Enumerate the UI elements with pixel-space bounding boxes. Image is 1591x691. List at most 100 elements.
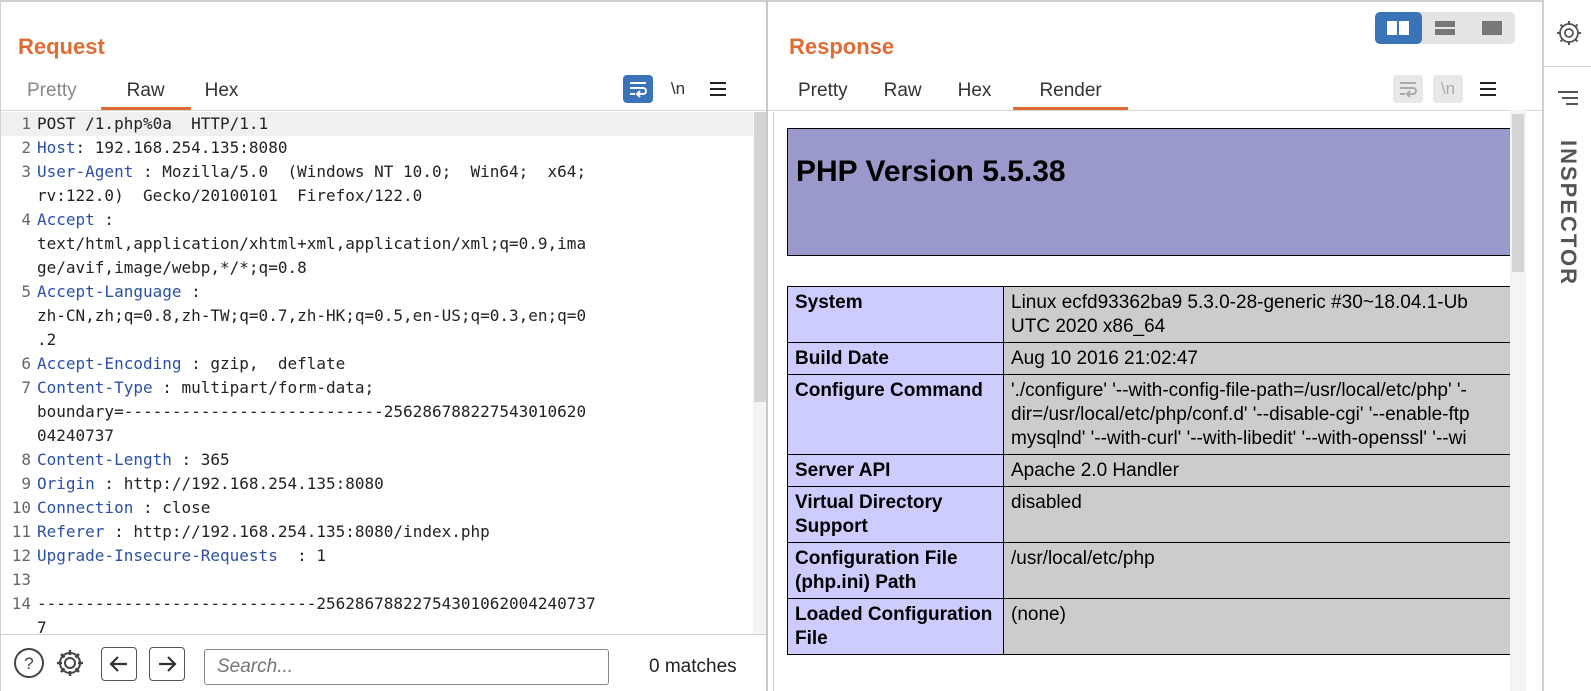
editor-line[interactable]: .2: [1, 328, 753, 352]
editor-line[interactable]: 12 Upgrade-Insecure-Requests : 1: [1, 544, 753, 568]
wrap-lines-icon[interactable]: [623, 75, 653, 103]
line-number: 2: [21, 138, 31, 157]
editor-line[interactable]: 04240737: [1, 424, 753, 448]
tab-request-hex[interactable]: Hex: [191, 74, 263, 110]
arrow-right-icon[interactable]: [149, 647, 185, 681]
line-number: 1: [21, 114, 31, 133]
editor-line[interactable]: 10 Connection : close: [1, 496, 753, 520]
single-panel-layout-icon[interactable]: [1468, 12, 1515, 44]
inspector-label[interactable]: INSPECTOR: [1555, 140, 1581, 286]
editor-line[interactable]: rv:122.0) Gecko/20100101 Firefox/122.0: [1, 184, 753, 208]
response-render-view[interactable]: PHP Version 5.5.38 System Linux ecfd93362…: [773, 112, 1522, 691]
line-number: [1, 232, 37, 256]
inspector-divider: [1544, 66, 1591, 67]
response-tabs-divider: [768, 110, 1542, 111]
line-number: 11: [11, 522, 31, 541]
line-number: 4: [21, 210, 31, 229]
editor-line[interactable]: 14 -----------------------------256286788…: [1, 592, 753, 616]
newline-toggle[interactable]: \n: [663, 75, 693, 103]
php-info-key: Build Date: [787, 342, 1004, 375]
editor-line[interactable]: 9 Origin : http://192.168.254.135:8080: [1, 472, 753, 496]
tab-request-raw[interactable]: Raw: [100, 74, 191, 110]
header-value: : close: [133, 498, 211, 517]
php-info-value-line: Aug 10 2016 21:02:47: [1011, 348, 1199, 369]
php-info-key: Virtual Directory Support: [787, 486, 1004, 543]
editor-line[interactable]: 7: [1, 616, 753, 634]
header-name: Accept: [37, 210, 95, 229]
line-content: Content-Type : multipart/form-data;: [37, 376, 374, 400]
line-content: Host: 192.168.254.135:8080: [37, 136, 287, 160]
tab-response-render[interactable]: Render: [1013, 74, 1129, 110]
request-editor[interactable]: 1 POST /1.php%0a HTTP/1.1 2 Host: 192.168.2…: [1, 112, 753, 634]
editor-line[interactable]: 2 Host: 192.168.254.135:8080: [1, 136, 753, 160]
line-number: [1, 616, 37, 634]
editor-line[interactable]: 7 Content-Type : multipart/form-data;: [1, 376, 753, 400]
header-value: boundary=---------------------------2562…: [37, 402, 587, 421]
inspector-sidebar: INSPECTOR: [1542, 0, 1591, 691]
editor-line[interactable]: ge/avif,image/webp,*/*;q=0.8: [1, 256, 753, 280]
tab-response-hex[interactable]: Hex: [944, 74, 1014, 110]
php-info-table: System Linux ecfd93362ba9 5.3.0-28-generi…: [787, 286, 1522, 655]
line-number: [1, 424, 37, 448]
header-value: 04240737: [37, 426, 115, 445]
list-lines-icon[interactable]: [1557, 90, 1579, 111]
line-content: 7: [37, 616, 47, 634]
php-info-key: System: [787, 286, 1004, 343]
editor-line[interactable]: boundary=---------------------------2562…: [1, 400, 753, 424]
editor-line[interactable]: zh-CN,zh;q=0.8,zh-TW;q=0.7,zh-HK;q=0.5,e…: [1, 304, 753, 328]
newline-toggle[interactable]: \n: [1433, 75, 1463, 103]
editor-line[interactable]: 11 Referer : http://192.168.254.135:8080/…: [1, 520, 753, 544]
header-value: ge/avif,image/webp,*/*;q=0.8: [37, 258, 307, 277]
header-value: : gzip, deflate: [181, 354, 346, 373]
wrap-lines-icon[interactable]: [1393, 75, 1423, 103]
line-content: zh-CN,zh;q=0.8,zh-TW;q=0.7,zh-HK;q=0.5,e…: [37, 304, 586, 328]
editor-line[interactable]: 1 POST /1.php%0a HTTP/1.1: [1, 112, 753, 136]
editor-line[interactable]: 8 Content-Length : 365: [1, 448, 753, 472]
php-info-value-line: (none): [1011, 604, 1066, 625]
php-info-value-line: Linux ecfd93362ba9 5.3.0-28-generic #30~…: [1011, 292, 1468, 313]
header-value: : multipart/form-data;: [152, 378, 375, 397]
table-row: Virtual Directory Support disabled: [787, 486, 1522, 543]
response-scrollbar-thumb[interactable]: [1512, 114, 1524, 272]
tab-response-pretty[interactable]: Pretty: [784, 74, 870, 110]
header-value: :: [181, 282, 201, 301]
line-number: [1, 184, 37, 208]
editor-line[interactable]: 6 Accept-Encoding : gzip, deflate: [1, 352, 753, 376]
tab-request-pretty[interactable]: Pretty: [13, 74, 101, 110]
header-value: text/html,application/xhtml+xml,applicat…: [37, 234, 587, 253]
tab-response-raw[interactable]: Raw: [870, 74, 944, 110]
header-value: : 1: [277, 546, 326, 565]
line-content: Accept-Language :: [37, 280, 201, 304]
editor-line[interactable]: text/html,application/xhtml+xml,applicat…: [1, 232, 753, 256]
header-name: Host: [37, 138, 76, 157]
split-horizontal-layout-icon[interactable]: [1422, 12, 1469, 44]
line-number: 8: [21, 450, 31, 469]
hamburger-menu-icon[interactable]: [1473, 75, 1503, 103]
header-name: Accept-Language: [37, 282, 182, 301]
php-info-value-line: disabled: [1011, 492, 1082, 513]
editor-line[interactable]: 3 User-Agent : Mozilla/5.0 (Windows NT 10…: [1, 160, 753, 184]
php-info-value: Linux ecfd93362ba9 5.3.0-28-generic #30~…: [1003, 286, 1522, 343]
header-value: : Mozilla/5.0 (Windows NT 10.0; Win64; x…: [133, 162, 587, 181]
editor-line[interactable]: 13: [1, 568, 753, 592]
help-icon[interactable]: ?: [13, 647, 45, 679]
search-input[interactable]: [204, 649, 609, 685]
editor-line[interactable]: 4 Accept :: [1, 208, 753, 232]
line-content: .2: [37, 328, 56, 352]
request-tabs-divider: [1, 110, 766, 111]
editor-line[interactable]: 5 Accept-Language :: [1, 280, 753, 304]
request-tabs: Pretty Raw Hex: [13, 74, 262, 110]
php-info-value-line: dir=/usr/local/etc/php/conf.d' '--disabl…: [1011, 404, 1470, 425]
gear-icon[interactable]: [1556, 20, 1582, 46]
arrow-left-icon[interactable]: [101, 647, 137, 681]
request-scrollbar-thumb[interactable]: [754, 112, 766, 402]
split-vertical-layout-icon[interactable]: [1375, 12, 1422, 44]
php-info-value: (none): [1003, 598, 1522, 655]
gear-icon[interactable]: [54, 647, 86, 679]
hamburger-menu-icon[interactable]: [703, 75, 733, 103]
php-info-value: Apache 2.0 Handler: [1003, 454, 1522, 487]
table-row: Configuration File (php.ini) Path/usr/lo…: [787, 542, 1522, 599]
php-info-value-line: Apache 2.0 Handler: [1011, 460, 1179, 481]
header-value: : 192.168.254.135:8080: [75, 138, 288, 157]
svg-text:?: ?: [24, 654, 33, 673]
